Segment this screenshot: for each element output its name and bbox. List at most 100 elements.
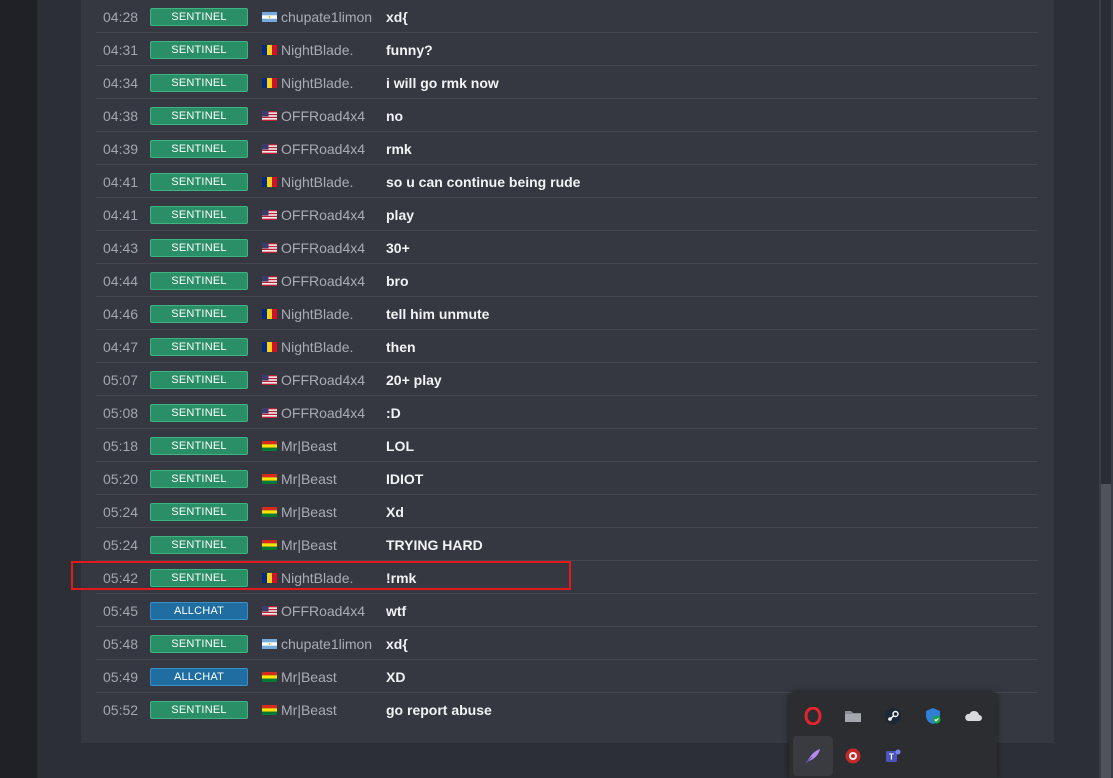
player-name[interactable]: Mr|Beast xyxy=(281,471,337,487)
chat-message: XD xyxy=(386,669,406,685)
romania-flag-icon xyxy=(262,309,277,319)
chat-row: 04:47 SENTINEL NightBlade. then xyxy=(96,330,1038,363)
channel-badge-sentinel: SENTINEL xyxy=(150,503,248,521)
chat-message: :D xyxy=(386,405,401,421)
onedrive-cloud-icon[interactable] xyxy=(953,696,993,736)
player-name[interactable]: OFFRoad4x4 xyxy=(281,273,365,289)
bolivia-flag-icon xyxy=(262,441,277,451)
channel-badge-sentinel: SENTINEL xyxy=(150,569,248,587)
chat-row-highlighted: 05:42 SENTINEL NightBlade. !rmk xyxy=(96,561,1038,594)
usa-flag-icon xyxy=(262,408,277,418)
chat-row: 05:24 SENTINEL Mr|Beast TRYING HARD xyxy=(96,528,1038,561)
left-gutter xyxy=(0,0,37,778)
usa-flag-icon xyxy=(262,144,277,154)
channel-badge-sentinel: SENTINEL xyxy=(150,338,248,356)
bolivia-flag-icon xyxy=(262,507,277,517)
player-name[interactable]: chupate1limon xyxy=(281,9,372,25)
channel-badge-sentinel: SENTINEL xyxy=(150,272,248,290)
player-name[interactable]: chupate1limon xyxy=(281,636,372,652)
channel-badge-sentinel: SENTINEL xyxy=(150,206,248,224)
channel-badge-sentinel: SENTINEL xyxy=(150,305,248,323)
chat-time: 05:18 xyxy=(103,438,139,454)
romania-flag-icon xyxy=(262,45,277,55)
opera-icon[interactable] xyxy=(793,696,833,736)
system-tray-overflow: T xyxy=(789,692,997,778)
chat-time: 05:45 xyxy=(103,603,139,619)
chat-row: 04:31 SENTINEL NightBlade. funny? xyxy=(96,33,1038,66)
usa-flag-icon xyxy=(262,111,277,121)
chat-message: !rmk xyxy=(386,570,417,586)
player-name[interactable]: OFFRoad4x4 xyxy=(281,240,365,256)
scrollbar-lower-track[interactable] xyxy=(1101,484,1111,778)
chat-message: then xyxy=(386,339,416,355)
chat-message: 30+ xyxy=(386,240,410,256)
player-name[interactable]: OFFRoad4x4 xyxy=(281,603,365,619)
chat-time: 04:28 xyxy=(103,9,139,25)
player-name[interactable]: Mr|Beast xyxy=(281,504,337,520)
chat-row: 05:49 ALLCHAT Mr|Beast XD xyxy=(96,660,1038,693)
argentina-flag-icon xyxy=(262,639,277,649)
chat-row: 05:45 ALLCHAT OFFRoad4x4 wtf xyxy=(96,594,1038,627)
chat-message: bro xyxy=(386,273,409,289)
chat-time: 04:39 xyxy=(103,141,139,157)
chat-time: 05:07 xyxy=(103,372,139,388)
channel-badge-sentinel: SENTINEL xyxy=(150,437,248,455)
chat-time: 04:38 xyxy=(103,108,139,124)
chat-time: 04:44 xyxy=(103,273,139,289)
chat-time: 05:08 xyxy=(103,405,139,421)
channel-badge-sentinel: SENTINEL xyxy=(150,470,248,488)
player-name[interactable]: OFFRoad4x4 xyxy=(281,372,365,388)
usa-flag-icon xyxy=(262,375,277,385)
svg-text:T: T xyxy=(889,753,894,762)
usa-flag-icon xyxy=(262,606,277,616)
chat-message: i will go rmk now xyxy=(386,75,499,91)
player-name[interactable]: OFFRoad4x4 xyxy=(281,207,365,223)
chat-log-table: 04:28 SENTINEL chupate1limon xd{ 04:31 S… xyxy=(96,0,1038,725)
channel-badge-sentinel: SENTINEL xyxy=(150,371,248,389)
chat-row: 04:38 SENTINEL OFFRoad4x4 no xyxy=(96,99,1038,132)
teams-icon[interactable]: T xyxy=(873,736,913,776)
player-name[interactable]: Mr|Beast xyxy=(281,438,337,454)
channel-badge-sentinel: SENTINEL xyxy=(150,635,248,653)
feather-icon[interactable] xyxy=(793,736,833,776)
channel-badge-sentinel: SENTINEL xyxy=(150,107,248,125)
chat-time: 04:43 xyxy=(103,240,139,256)
scrollbar-thumb[interactable] xyxy=(1101,0,1111,484)
player-name[interactable]: NightBlade. xyxy=(281,75,353,91)
player-name[interactable]: OFFRoad4x4 xyxy=(281,405,365,421)
chat-time: 05:48 xyxy=(103,636,139,652)
player-name[interactable]: NightBlade. xyxy=(281,306,353,322)
chat-row: 04:44 SENTINEL OFFRoad4x4 bro xyxy=(96,264,1038,297)
player-name[interactable]: NightBlade. xyxy=(281,570,353,586)
channel-badge-sentinel: SENTINEL xyxy=(150,8,248,26)
chat-message: TRYING HARD xyxy=(386,537,483,553)
romania-flag-icon xyxy=(262,177,277,187)
player-name[interactable]: Mr|Beast xyxy=(281,537,337,553)
player-name[interactable]: Mr|Beast xyxy=(281,669,337,685)
player-name[interactable]: NightBlade. xyxy=(281,339,353,355)
player-name[interactable]: OFFRoad4x4 xyxy=(281,141,365,157)
chat-message: LOL xyxy=(386,438,414,454)
chat-time: 04:41 xyxy=(103,207,139,223)
usa-flag-icon xyxy=(262,243,277,253)
player-name[interactable]: OFFRoad4x4 xyxy=(281,108,365,124)
player-name[interactable]: NightBlade. xyxy=(281,42,353,58)
chat-time: 04:47 xyxy=(103,339,139,355)
chat-row: 04:39 SENTINEL OFFRoad4x4 rmk xyxy=(96,132,1038,165)
player-name[interactable]: NightBlade. xyxy=(281,174,353,190)
steam-icon[interactable] xyxy=(873,696,913,736)
chat-time: 05:24 xyxy=(103,504,139,520)
chat-message: Xd xyxy=(386,504,404,520)
chat-time: 05:20 xyxy=(103,471,139,487)
chat-message: 20+ play xyxy=(386,372,442,388)
usa-flag-icon xyxy=(262,276,277,286)
bolivia-flag-icon xyxy=(262,540,277,550)
chat-row: 05:08 SENTINEL OFFRoad4x4 :D xyxy=(96,396,1038,429)
chat-message: funny? xyxy=(386,42,433,58)
red-circle-app-icon[interactable] xyxy=(833,736,873,776)
folder-icon[interactable] xyxy=(833,696,873,736)
chat-row: 04:46 SENTINEL NightBlade. tell him unmu… xyxy=(96,297,1038,330)
player-name[interactable]: Mr|Beast xyxy=(281,702,337,718)
chat-time: 04:31 xyxy=(103,42,139,58)
shield-check-icon[interactable] xyxy=(913,696,953,736)
